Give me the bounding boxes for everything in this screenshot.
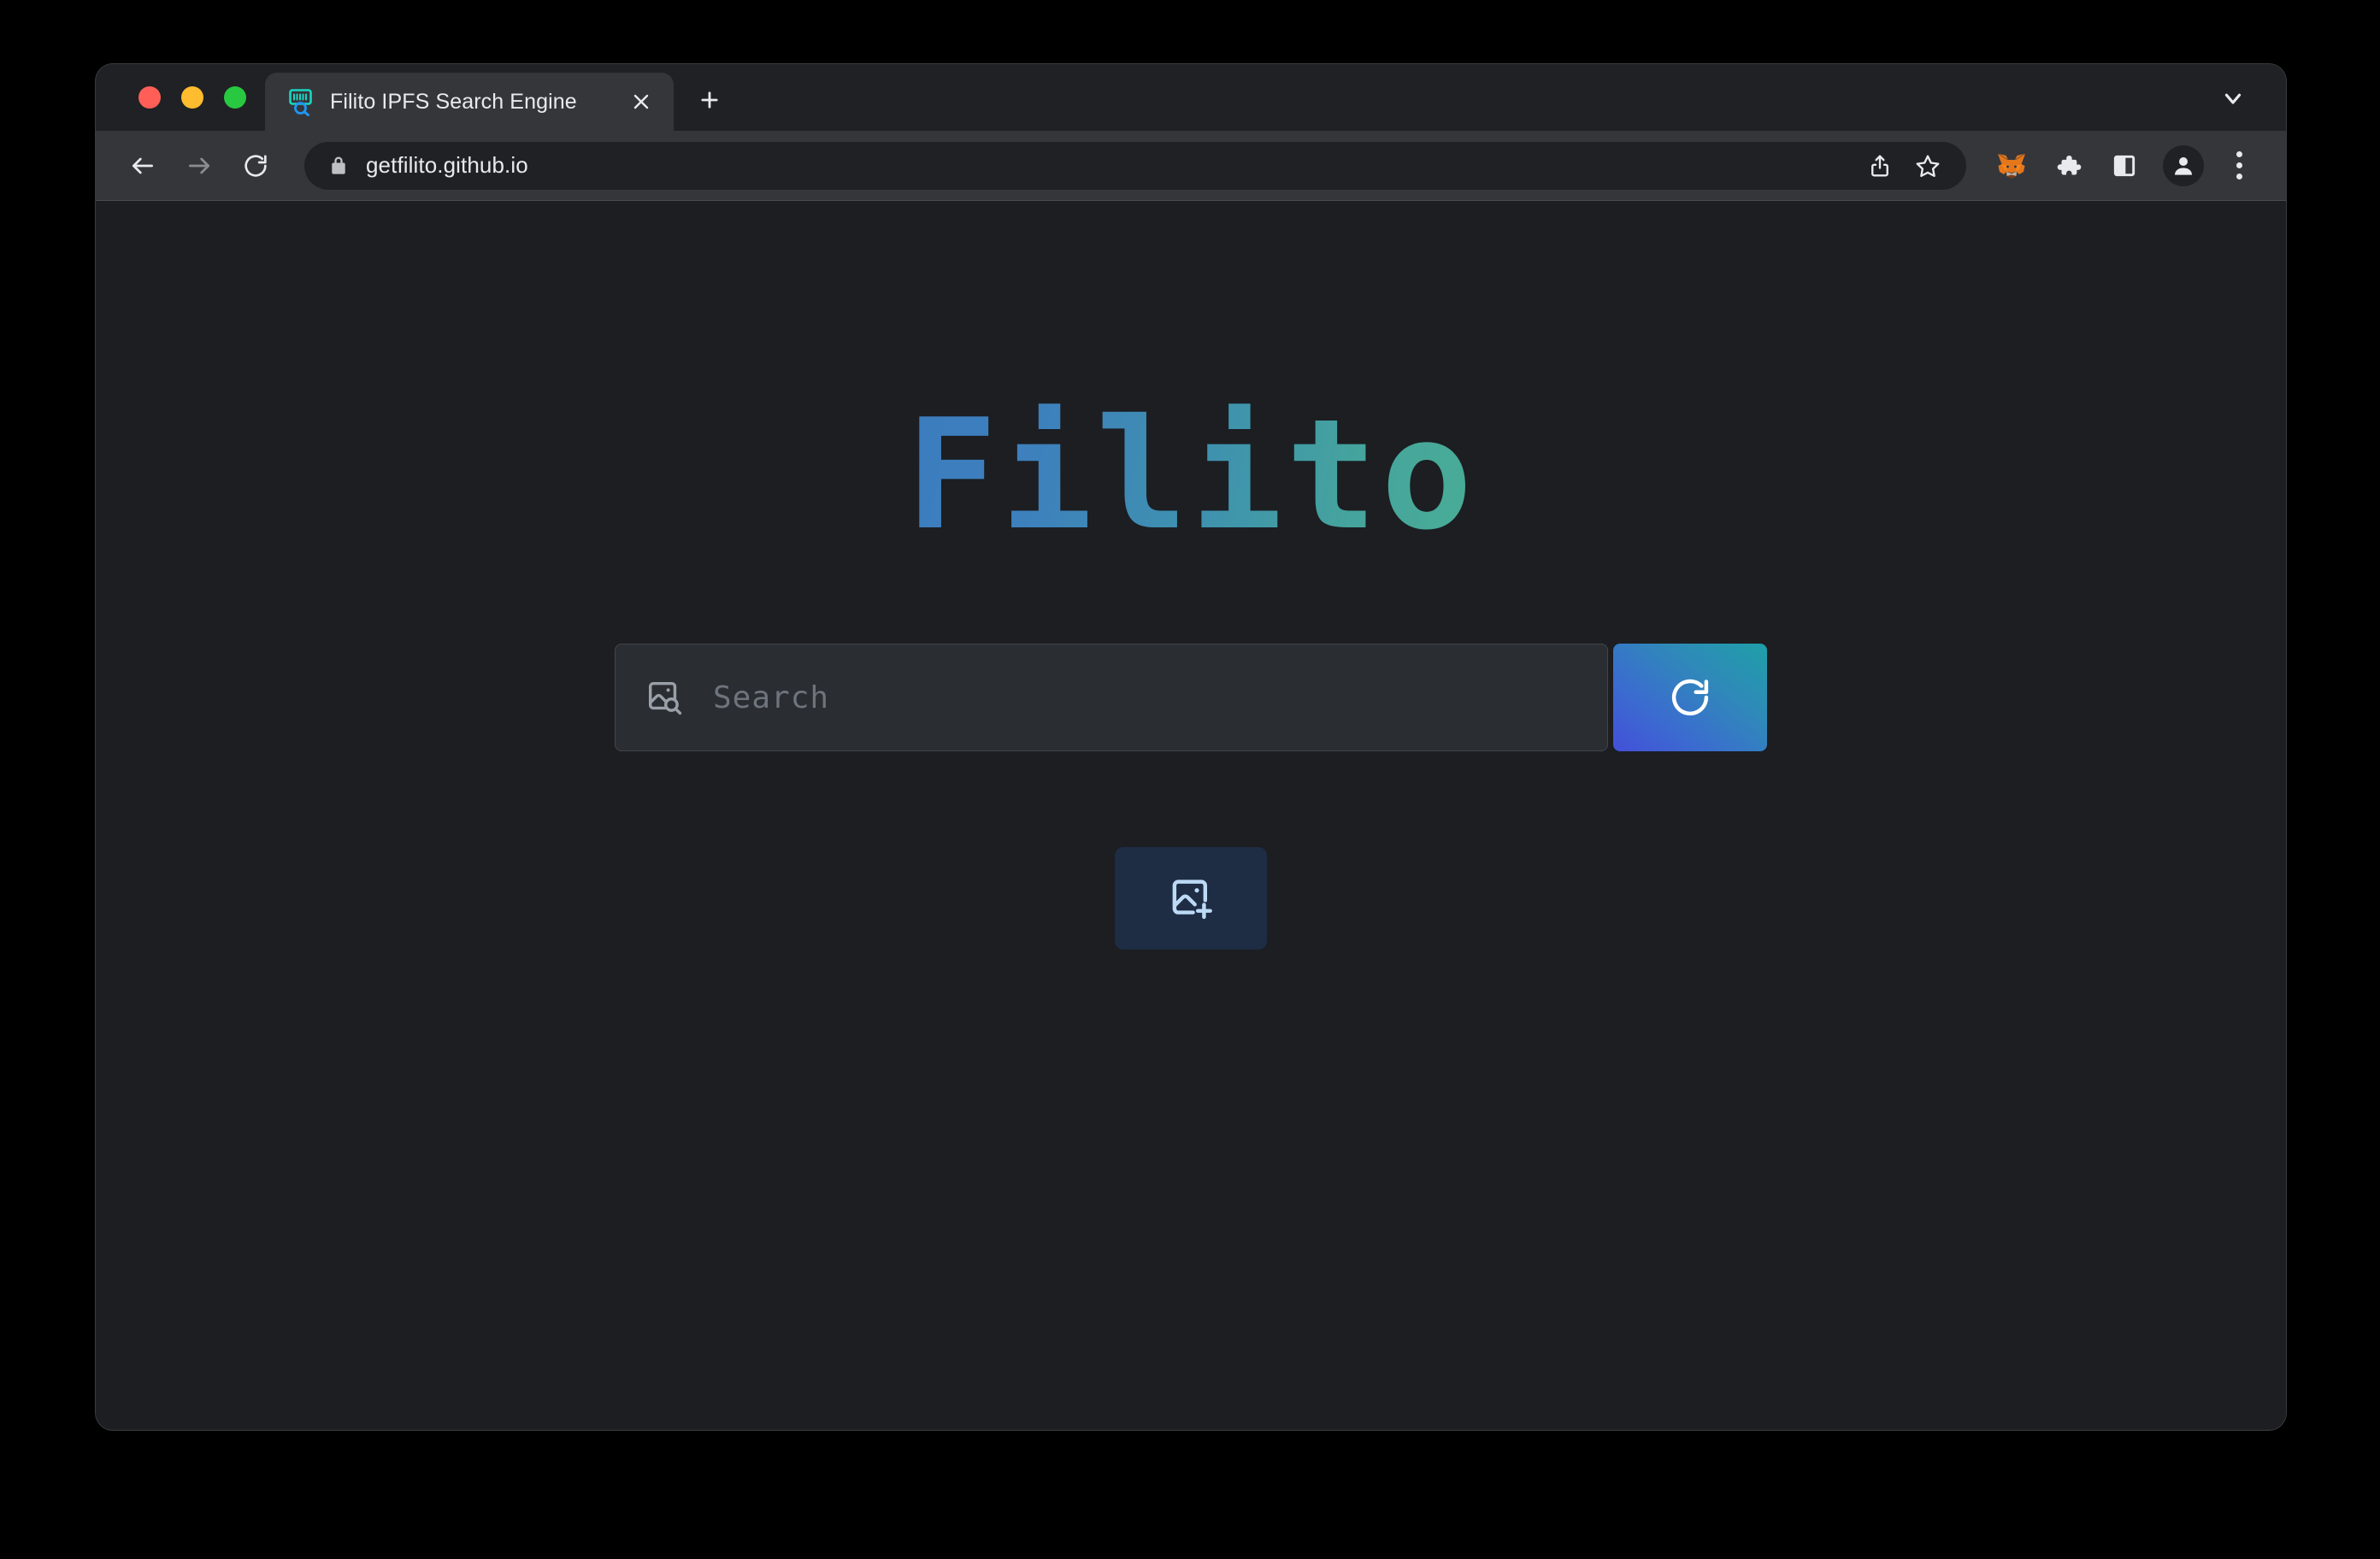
address-bar-url: getfilito.github.io — [366, 152, 528, 178]
new-tab-button[interactable] — [686, 76, 733, 124]
tab-strip: Filito IPFS Search Engine — [96, 64, 2286, 131]
bookmark-star-icon[interactable] — [1906, 144, 1949, 187]
address-bar[interactable]: getfilito.github.io — [304, 141, 1966, 190]
close-window-button[interactable] — [138, 86, 161, 109]
tab-title: Filito IPFS Search Engine — [330, 89, 577, 114]
tab-close-button[interactable] — [624, 85, 658, 119]
profile-avatar[interactable] — [2163, 144, 2204, 186]
side-panel-icon[interactable] — [2101, 143, 2147, 189]
minimize-window-button[interactable] — [181, 86, 203, 109]
reload-button[interactable] — [231, 141, 280, 191]
back-button[interactable] — [118, 141, 168, 191]
page-content: Filito — [96, 201, 2286, 1429]
browser-menu-three-dots-icon[interactable] — [2218, 143, 2260, 189]
forward-button[interactable] — [174, 141, 224, 191]
browser-window: Filito IPFS Search Engine getfilito.gith… — [96, 64, 2286, 1430]
tab-filito-ipfs-search-engine[interactable]: Filito IPFS Search Engine — [265, 73, 674, 131]
share-icon[interactable] — [1859, 144, 1901, 187]
browser-toolbar: getfilito.github.io — [96, 131, 2286, 201]
window-controls — [96, 64, 265, 131]
tab-search-chevron-down-icon[interactable] — [2209, 74, 2257, 122]
extensions-puzzle-icon[interactable] — [2045, 143, 2091, 189]
upload-image-button[interactable] — [1115, 847, 1267, 950]
maximize-window-button[interactable] — [224, 86, 246, 109]
filito-logo: Filito — [905, 386, 1476, 563]
search-submit-button[interactable] — [1613, 644, 1767, 751]
metamask-fox-icon[interactable] — [1988, 143, 2035, 189]
lock-icon — [327, 154, 351, 178]
filito-favicon-icon — [287, 87, 316, 116]
image-search-icon — [645, 678, 684, 717]
search-row — [615, 644, 1767, 751]
search-field[interactable] — [615, 644, 1608, 751]
search-input[interactable] — [713, 679, 1585, 715]
